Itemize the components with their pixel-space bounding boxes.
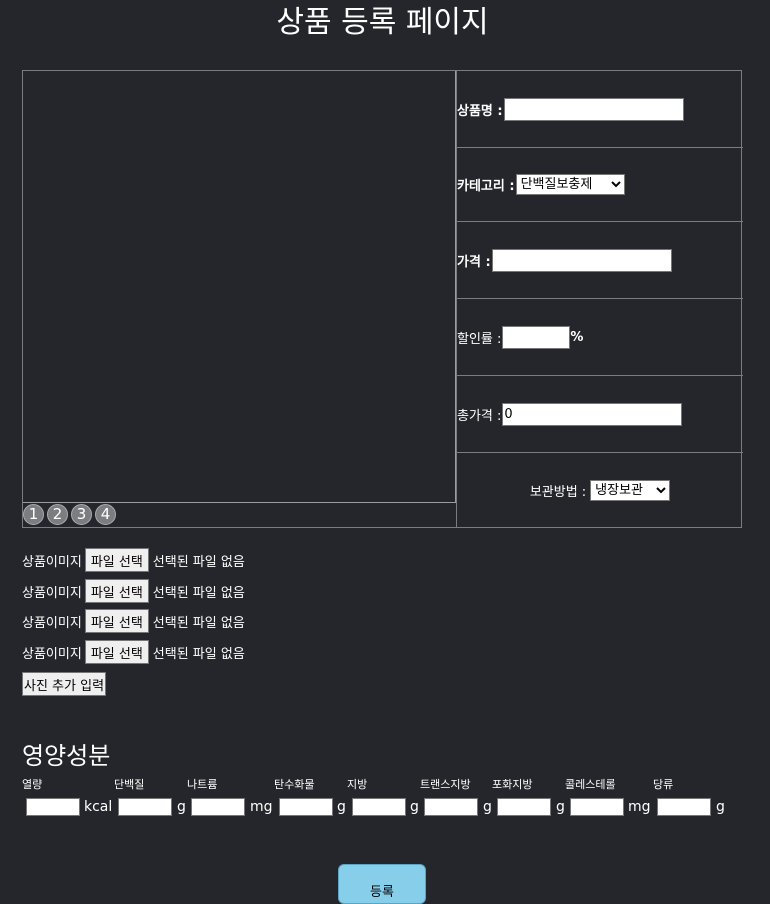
file-select-button[interactable]: 파일 선택 — [84, 609, 149, 633]
discount-row: 할인률 : % — [457, 299, 743, 376]
nutrition-label-sodium: 나트륨 — [187, 778, 218, 791]
nutrition-unit-carbs: g — [337, 799, 346, 815]
price-label: 가격 : — [457, 254, 491, 270]
nutrition-unit-protein: g — [177, 799, 186, 815]
nutrition-unit-saturated-fat: g — [556, 799, 565, 815]
discount-input[interactable] — [502, 325, 571, 349]
nutrition-input-cholesterol[interactable] — [570, 798, 624, 816]
total-row: 총가격 : — [457, 376, 743, 453]
nutrition-input-calories[interactable] — [26, 798, 80, 816]
price-row: 가격 : — [457, 222, 743, 299]
nutrition-label-sugars: 당류 — [653, 778, 674, 791]
page-title: 상품 등록 페이지 — [276, 5, 489, 40]
nutrition-input-trans-fat[interactable] — [424, 798, 478, 816]
nutrition-label-trans-fat: 트랜스지방 — [420, 778, 471, 791]
image-upload-label: 상품이미지 — [22, 646, 82, 662]
total-input[interactable] — [502, 402, 683, 426]
nutrition-input-sodium[interactable] — [191, 798, 245, 816]
nutrition-label-fat: 지방 — [347, 778, 368, 791]
category-select[interactable]: 단백질보충제 — [515, 174, 625, 195]
add-photo-button[interactable]: 사진 추가 입력 — [22, 672, 107, 696]
nutrition-unit-cholesterol: mg — [628, 799, 651, 815]
image-upload-label: 상품이미지 — [22, 615, 82, 631]
nutrition-input-sugars[interactable] — [657, 798, 711, 816]
total-label: 총가격 : — [457, 408, 502, 424]
nutrition-unit-sugars: g — [716, 799, 725, 815]
storage-row: 보관방법 : 냉장보관 — [457, 453, 743, 527]
image-dot-1[interactable]: 1 — [23, 504, 44, 525]
nutrition-label-calories: 열량 — [22, 778, 43, 791]
image-upload-label: 상품이미지 — [22, 554, 82, 570]
category-row: 카테고리 : 단백질보충제 — [457, 148, 743, 222]
nutrition-input-carbs[interactable] — [279, 798, 333, 816]
image-upload-row: 상품이미지 파일 선택 선택된 파일 없음 — [22, 547, 245, 573]
nutrition-input-protein[interactable] — [118, 798, 172, 816]
image-dot-3[interactable]: 3 — [71, 504, 92, 525]
discount-unit: % — [570, 329, 584, 345]
nutrition-unit-trans-fat: g — [483, 799, 492, 815]
image-upload-row: 상품이미지 파일 선택 선택된 파일 없음 — [22, 578, 245, 604]
image-pagination: 1 2 3 4 — [23, 504, 116, 528]
name-input[interactable] — [503, 97, 684, 121]
product-info-table: 1 2 3 4 상품명 : 카테고리 : 단백질보충제 가격 : 할인률 : %… — [22, 70, 743, 528]
product-image-preview — [23, 71, 456, 503]
file-status: 선택된 파일 없음 — [152, 585, 245, 601]
nutrition-label-cholesterol: 콜레스테롤 — [565, 778, 616, 791]
product-fields: 상품명 : 카테고리 : 단백질보충제 가격 : 할인률 : % 총가격 : 보… — [456, 71, 743, 527]
submit-button[interactable]: 등록 — [338, 864, 426, 904]
file-status: 선택된 파일 없음 — [152, 554, 245, 570]
image-dot-4[interactable]: 4 — [95, 504, 116, 525]
name-row: 상품명 : — [457, 71, 743, 148]
category-label: 카테고리 : — [457, 179, 515, 194]
file-status: 선택된 파일 없음 — [152, 615, 245, 631]
nutrition-input-saturated-fat[interactable] — [497, 798, 551, 816]
nutrition-unit-fat: g — [410, 799, 419, 815]
file-select-button[interactable]: 파일 선택 — [84, 640, 149, 664]
name-label: 상품명 : — [457, 103, 503, 119]
image-upload-label: 상품이미지 — [22, 585, 82, 601]
image-upload-row: 상품이미지 파일 선택 선택된 파일 없음 — [22, 608, 245, 634]
nutrition-label-protein: 단백질 — [114, 778, 145, 791]
storage-label: 보관방법 : — [529, 484, 587, 500]
file-status: 선택된 파일 없음 — [152, 646, 245, 662]
nutrition-label-carbs: 탄수화물 — [274, 778, 315, 791]
file-select-button[interactable]: 파일 선택 — [84, 548, 149, 572]
nutrition-input-fat[interactable] — [352, 798, 406, 816]
file-select-button[interactable]: 파일 선택 — [84, 579, 149, 603]
image-upload-row: 상품이미지 파일 선택 선택된 파일 없음 — [22, 639, 245, 665]
nutrition-label-saturated-fat: 포화지방 — [492, 778, 533, 791]
nutrition-unit-sodium: mg — [250, 799, 273, 815]
nutrition-unit-calories: kcal — [84, 799, 113, 815]
storage-select[interactable]: 냉장보관 — [590, 479, 671, 501]
nutrition-title: 영양성분 — [22, 742, 111, 770]
discount-label: 할인률 : — [457, 331, 502, 347]
image-dot-2[interactable]: 2 — [47, 504, 68, 525]
price-input[interactable] — [491, 248, 672, 272]
